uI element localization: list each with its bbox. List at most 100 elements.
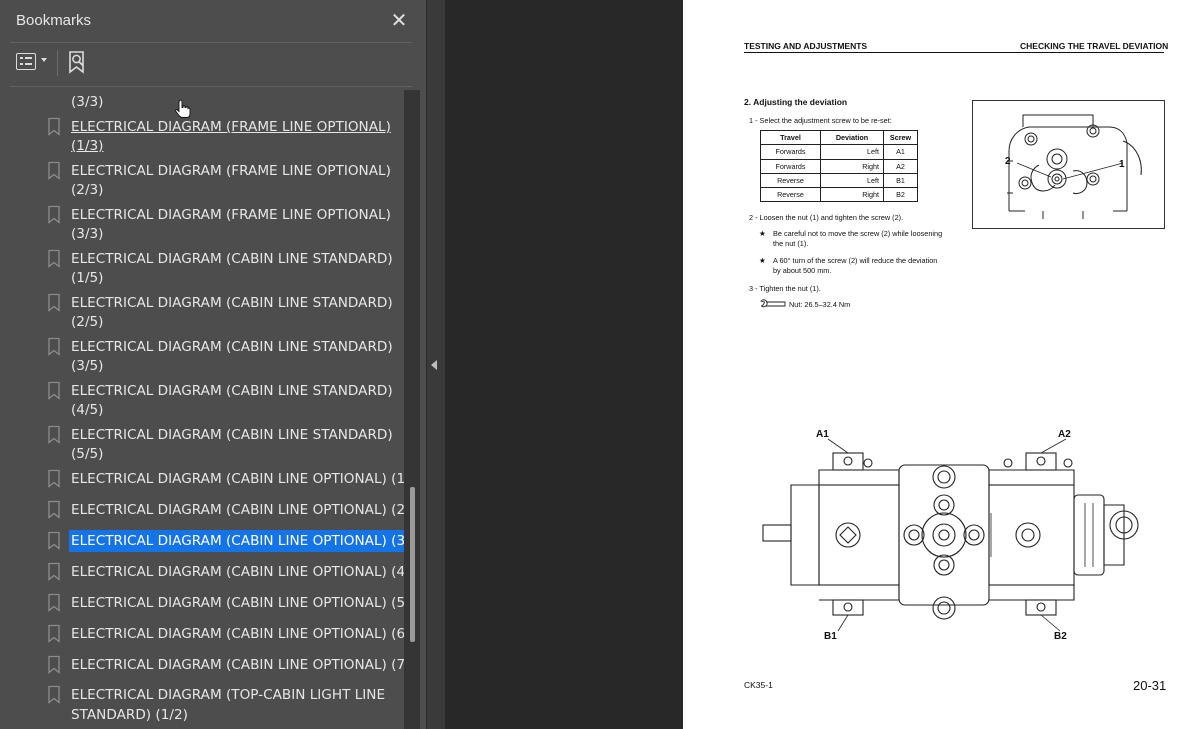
close-panel-button[interactable]: ✕ bbox=[386, 6, 412, 34]
document-page: TESTING AND ADJUSTMENTS CHECKING THE TRA… bbox=[683, 0, 1200, 729]
bookmark-label: (3/3) bbox=[71, 94, 104, 110]
bookmark-label: ELECTRICAL DIAGRAM (CABIN LINE OPTIONAL)… bbox=[71, 502, 404, 518]
bookmark-icon bbox=[48, 249, 60, 268]
fig2-label-b1: B1 bbox=[824, 631, 837, 642]
bookmark-label: ELECTRICAL DIAGRAM (FRAME LINE OPTIONAL) bbox=[71, 163, 391, 179]
bookmark-label: (3/3) bbox=[71, 226, 104, 242]
fig1-label-screw: 2 bbox=[1005, 156, 1011, 167]
bookmark-label: ELECTRICAL DIAGRAM (CABIN LINE STANDARD) bbox=[71, 427, 393, 443]
bookmark-icon bbox=[48, 531, 60, 550]
bookmark-label: ELECTRICAL DIAGRAM (CABIN LINE OPTIONAL)… bbox=[71, 564, 404, 580]
bookmark-label: ELECTRICAL DIAGRAM (FRAME LINE OPTIONAL) bbox=[71, 207, 391, 223]
table-row: Forwards Right A2 bbox=[760, 158, 918, 174]
bookmark-label: ELECTRICAL DIAGRAM (CABIN LINE STANDARD) bbox=[71, 251, 393, 267]
bookmark-label: ELECTRICAL DIAGRAM (CABIN LINE STANDARD) bbox=[71, 339, 393, 355]
find-current-bookmark-button[interactable] bbox=[66, 49, 90, 77]
table-cell: B1 bbox=[883, 172, 918, 189]
page-number: 20-31 bbox=[1133, 678, 1167, 693]
panel-title: Bookmarks bbox=[16, 12, 92, 29]
table-cell: Forwards bbox=[760, 144, 821, 160]
valve-detail-drawing: 2 1 bbox=[1005, 114, 1142, 219]
bookmark-label: (2/3) bbox=[71, 182, 104, 198]
fig2-label-a2: A2 bbox=[1058, 429, 1071, 440]
adjustment-detail-figure: 2 1 bbox=[972, 100, 1165, 229]
table-cell: Reverse bbox=[760, 187, 821, 203]
bookmark-icon bbox=[48, 293, 60, 312]
table-row: Forwards Left A1 bbox=[760, 144, 918, 160]
bookmark-icon bbox=[48, 117, 60, 136]
bookmark-label: ELECTRICAL DIAGRAM (CABIN LINE OPTIONAL)… bbox=[71, 626, 404, 642]
chevron-down-icon bbox=[41, 58, 47, 62]
find-current-bookmark-icon bbox=[69, 51, 84, 74]
note-text: by about 500 mm. bbox=[773, 266, 832, 275]
star-icon: ★ bbox=[759, 229, 766, 238]
fig2-label-b2: B2 bbox=[1054, 631, 1067, 642]
collapse-panel-arrow-icon[interactable] bbox=[431, 360, 437, 370]
torque-text: Nut: 26.5–32.4 Nm bbox=[789, 300, 851, 309]
step-text: 2 - Loosen the nut (1) and tighten the s… bbox=[749, 213, 904, 222]
divider bbox=[10, 86, 412, 87]
bookmark-label: (2/5) bbox=[71, 314, 104, 330]
table-cell: Left bbox=[820, 172, 884, 189]
list-options-icon bbox=[16, 53, 36, 70]
bookmark-icon bbox=[48, 685, 60, 704]
star-icon: ★ bbox=[759, 256, 766, 265]
bookmark-icon bbox=[48, 381, 60, 400]
toolbar-separator bbox=[57, 50, 58, 76]
bookmark-label: ELECTRICAL DIAGRAM (CABIN LINE STANDARD) bbox=[71, 295, 393, 311]
table-header: Travel bbox=[760, 129, 821, 146]
bookmark-label: ELECTRICAL DIAGRAM (CABIN LINE OPTIONAL)… bbox=[71, 471, 404, 487]
fig1-label-nut: 1 bbox=[1119, 159, 1125, 170]
bookmark-label: ELECTRICAL DIAGRAM (CABIN LINE OPTIONAL)… bbox=[71, 595, 404, 611]
bookmark-label: (4/5) bbox=[71, 402, 104, 418]
bookmark-label: (5/5) bbox=[71, 446, 104, 462]
bookmark-list: (3/3) ELECTRICAL DIAGRAM (FRAME LINE OPT… bbox=[0, 88, 404, 729]
hand-cursor-icon bbox=[175, 99, 191, 118]
table-row: Reverse Right B2 bbox=[760, 187, 918, 203]
table-row: Reverse Left B1 bbox=[760, 172, 918, 189]
bookmark-icon bbox=[48, 593, 60, 612]
bookmark-label: ELECTRICAL DIAGRAM (CABIN LINE STANDARD) bbox=[71, 383, 393, 399]
bookmarks-panel: Bookmarks ✕ (3/3) ELECTRICAL DIAGRAM (FR… bbox=[0, 0, 426, 729]
table-header: Screw bbox=[883, 129, 918, 146]
table-cell: Right bbox=[820, 158, 884, 174]
bookmark-icon bbox=[48, 500, 60, 519]
deviation-table: Travel Deviation Screw Forwards Left A1 … bbox=[760, 129, 918, 203]
table-cell: A1 bbox=[883, 144, 918, 160]
bookmark-label: (1/5) bbox=[71, 270, 104, 286]
fig2-label-a1: A1 bbox=[816, 429, 829, 440]
bookmark-label: ELECTRICAL DIAGRAM (CABIN LINE OPTIONAL)… bbox=[71, 657, 404, 673]
table-cell: Forwards bbox=[760, 158, 821, 174]
table-cell: B2 bbox=[883, 187, 918, 203]
bookmark-icon bbox=[48, 562, 60, 581]
header-rule bbox=[744, 52, 1164, 53]
page-header-left: TESTING AND ADJUSTMENTS bbox=[744, 41, 868, 51]
wrench-icon bbox=[760, 299, 786, 308]
bookmark-label: ELECTRICAL DIAGRAM (FRAME LINE OPTIONAL) bbox=[71, 119, 391, 135]
note-text: A 60° turn of the screw (2) will reduce … bbox=[773, 256, 938, 265]
section-title: 2. Adjusting the deviation bbox=[744, 97, 848, 107]
bookmark-icon bbox=[48, 469, 60, 488]
bookmark-label: STANDARD) (1/2) bbox=[71, 707, 188, 723]
bookmark-label: (3/5) bbox=[71, 358, 104, 374]
page-header-right: CHECKING THE TRAVEL DEVIATION bbox=[1020, 41, 1169, 51]
table-cell: Right bbox=[820, 187, 884, 203]
page-footer-model: CK35-1 bbox=[744, 680, 773, 690]
scrollbar-thumb[interactable] bbox=[410, 487, 415, 642]
bookmark-label: ELECTRICAL DIAGRAM (TOP-CABIN LIGHT LINE bbox=[71, 687, 386, 703]
divider bbox=[10, 42, 412, 43]
bookmark-options-button[interactable] bbox=[14, 50, 50, 74]
bookmark-icon bbox=[48, 425, 60, 444]
bookmark-icon bbox=[48, 624, 60, 643]
table-cell: Left bbox=[820, 144, 884, 160]
table-cell: Reverse bbox=[760, 172, 821, 189]
bookmark-icon bbox=[48, 655, 60, 674]
table-cell: A2 bbox=[883, 158, 918, 174]
note-text: the nut (1). bbox=[773, 239, 809, 248]
step-text: 1 - Select the adjustment screw to be re… bbox=[749, 116, 892, 125]
note-text: Be careful not to move the screw (2) whi… bbox=[773, 229, 943, 238]
step-text: 3 - Tighten the nut (1). bbox=[749, 284, 821, 293]
bookmark-icon bbox=[48, 205, 60, 224]
bookmark-label: ELECTRICAL DIAGRAM (CABIN LINE OPTIONAL)… bbox=[69, 530, 404, 552]
bookmark-icon bbox=[48, 337, 60, 356]
